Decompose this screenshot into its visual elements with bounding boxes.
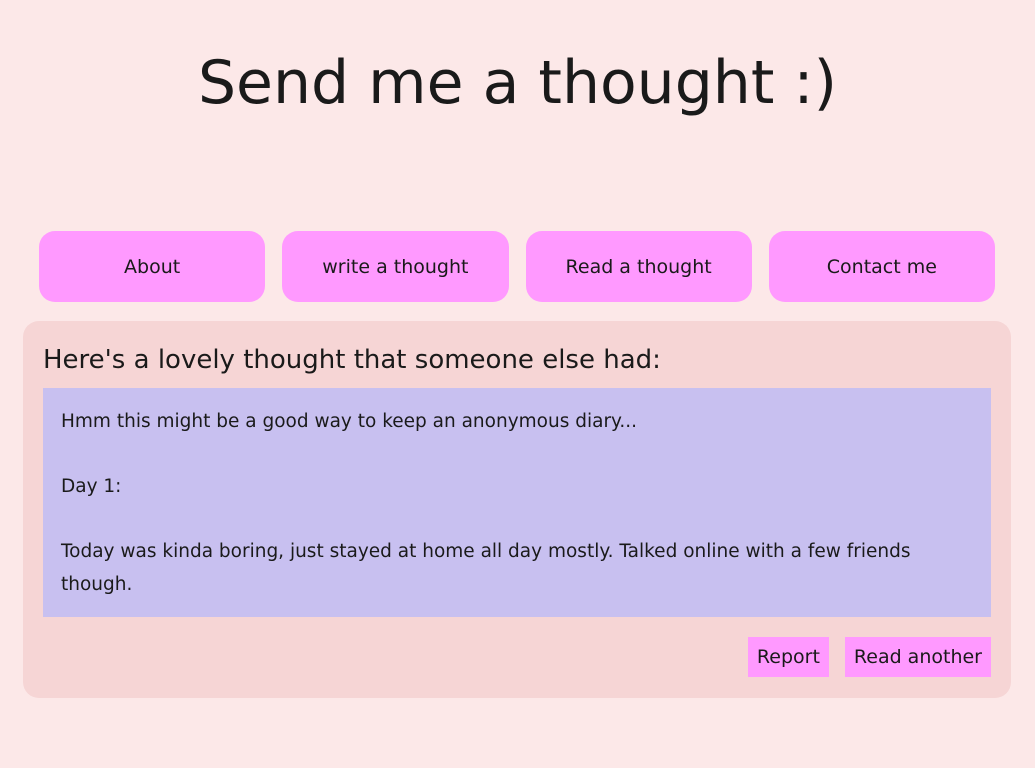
panel-heading: Here's a lovely thought that someone els… xyxy=(43,345,661,375)
nav-read-thought-button[interactable]: Read a thought xyxy=(525,231,752,302)
thought-line: Hmm this might be a good way to keep an … xyxy=(61,411,638,432)
nav-write-thought-button[interactable]: write a thought xyxy=(282,231,509,302)
page: Send me a thought :) About write a thoug… xyxy=(0,0,1035,768)
site-title: Send me a thought :) xyxy=(197,48,838,118)
thought-text-box: Hmm this might be a good way to keep an … xyxy=(43,388,991,617)
nav-contact-button[interactable]: Contact me xyxy=(768,231,995,302)
nav-about-button[interactable]: About xyxy=(39,231,266,302)
thought-actions: Report Read another xyxy=(747,637,991,677)
report-button[interactable]: Report xyxy=(747,637,829,677)
read-another-button[interactable]: Read another xyxy=(844,637,991,677)
thought-line-gap xyxy=(61,504,973,537)
main-nav: About write a thought Read a thought Con… xyxy=(39,231,995,302)
thought-line: Day 1: xyxy=(61,476,122,497)
thought-panel: Here's a lovely thought that someone els… xyxy=(23,321,1011,698)
thought-line: Today was kinda boring, just stayed at h… xyxy=(61,541,911,595)
thought-line-gap xyxy=(61,439,973,472)
